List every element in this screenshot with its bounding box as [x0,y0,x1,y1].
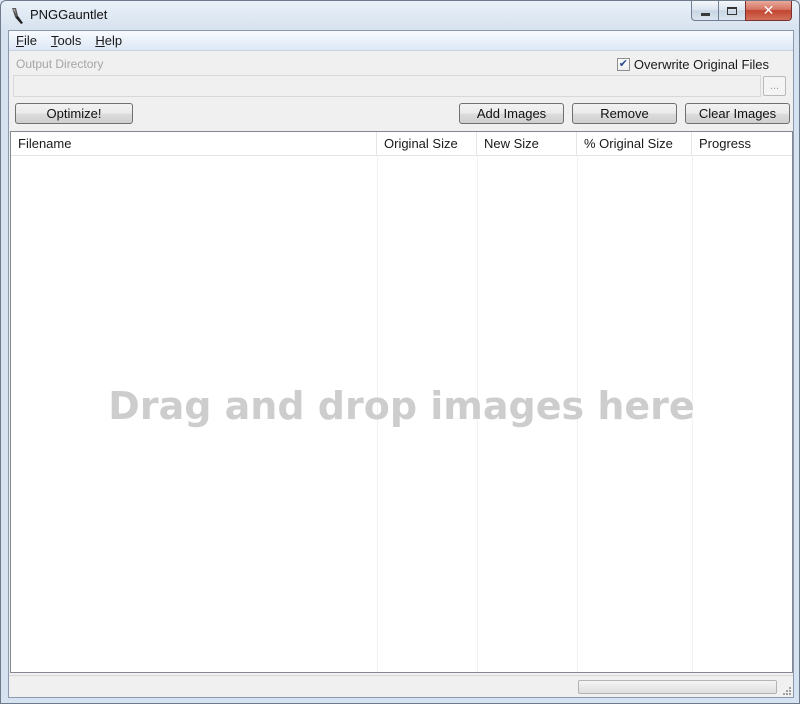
minimize-icon [700,12,710,16]
app-window: PNGGauntlet ✕ File Tools Help Output Dir… [0,0,800,704]
menu-help[interactable]: Help [95,33,122,48]
menu-file[interactable]: File [16,33,37,48]
list-header: Filename Original Size New Size % Origin… [11,132,792,156]
client-area: File Tools Help Output Directory ✔ Overw… [8,30,794,698]
caption-buttons: ✕ [691,1,792,21]
add-images-button[interactable]: Add Images [459,103,564,124]
minimize-button[interactable] [691,1,718,21]
menu-bar: File Tools Help [9,31,793,51]
close-button[interactable]: ✕ [745,1,792,21]
remove-button[interactable]: Remove [572,103,677,124]
overwrite-checkbox-group[interactable]: ✔ Overwrite Original Files [616,57,769,72]
image-list[interactable]: Filename Original Size New Size % Origin… [10,131,793,673]
overwrite-checkbox[interactable]: ✔ [616,58,630,71]
resize-grip-icon[interactable] [781,685,791,695]
close-icon: ✕ [762,2,775,18]
output-directory-label: Output Directory [16,57,104,71]
column-percent-original-size[interactable]: % Original Size [577,132,692,156]
maximize-icon [727,6,737,15]
drop-hint-text: Drag and drop images here [108,384,695,428]
browse-button[interactable]: ... [763,76,786,96]
overall-progress-bar [578,680,777,694]
clear-images-button[interactable]: Clear Images [685,103,790,124]
maximize-button[interactable] [718,1,745,21]
title-bar[interactable]: PNGGauntlet ✕ [1,1,799,29]
window-title: PNGGauntlet [30,7,108,22]
optimize-button[interactable]: Optimize! [15,103,133,124]
brush-icon [12,8,23,24]
menu-tools[interactable]: Tools [51,33,81,48]
column-progress[interactable]: Progress [692,132,792,156]
column-new-size[interactable]: New Size [477,132,577,156]
overwrite-label: Overwrite Original Files [633,57,769,72]
column-original-size[interactable]: Original Size [377,132,477,156]
column-filename[interactable]: Filename [11,132,377,156]
output-directory-input[interactable] [13,75,761,97]
status-bar [9,675,793,697]
